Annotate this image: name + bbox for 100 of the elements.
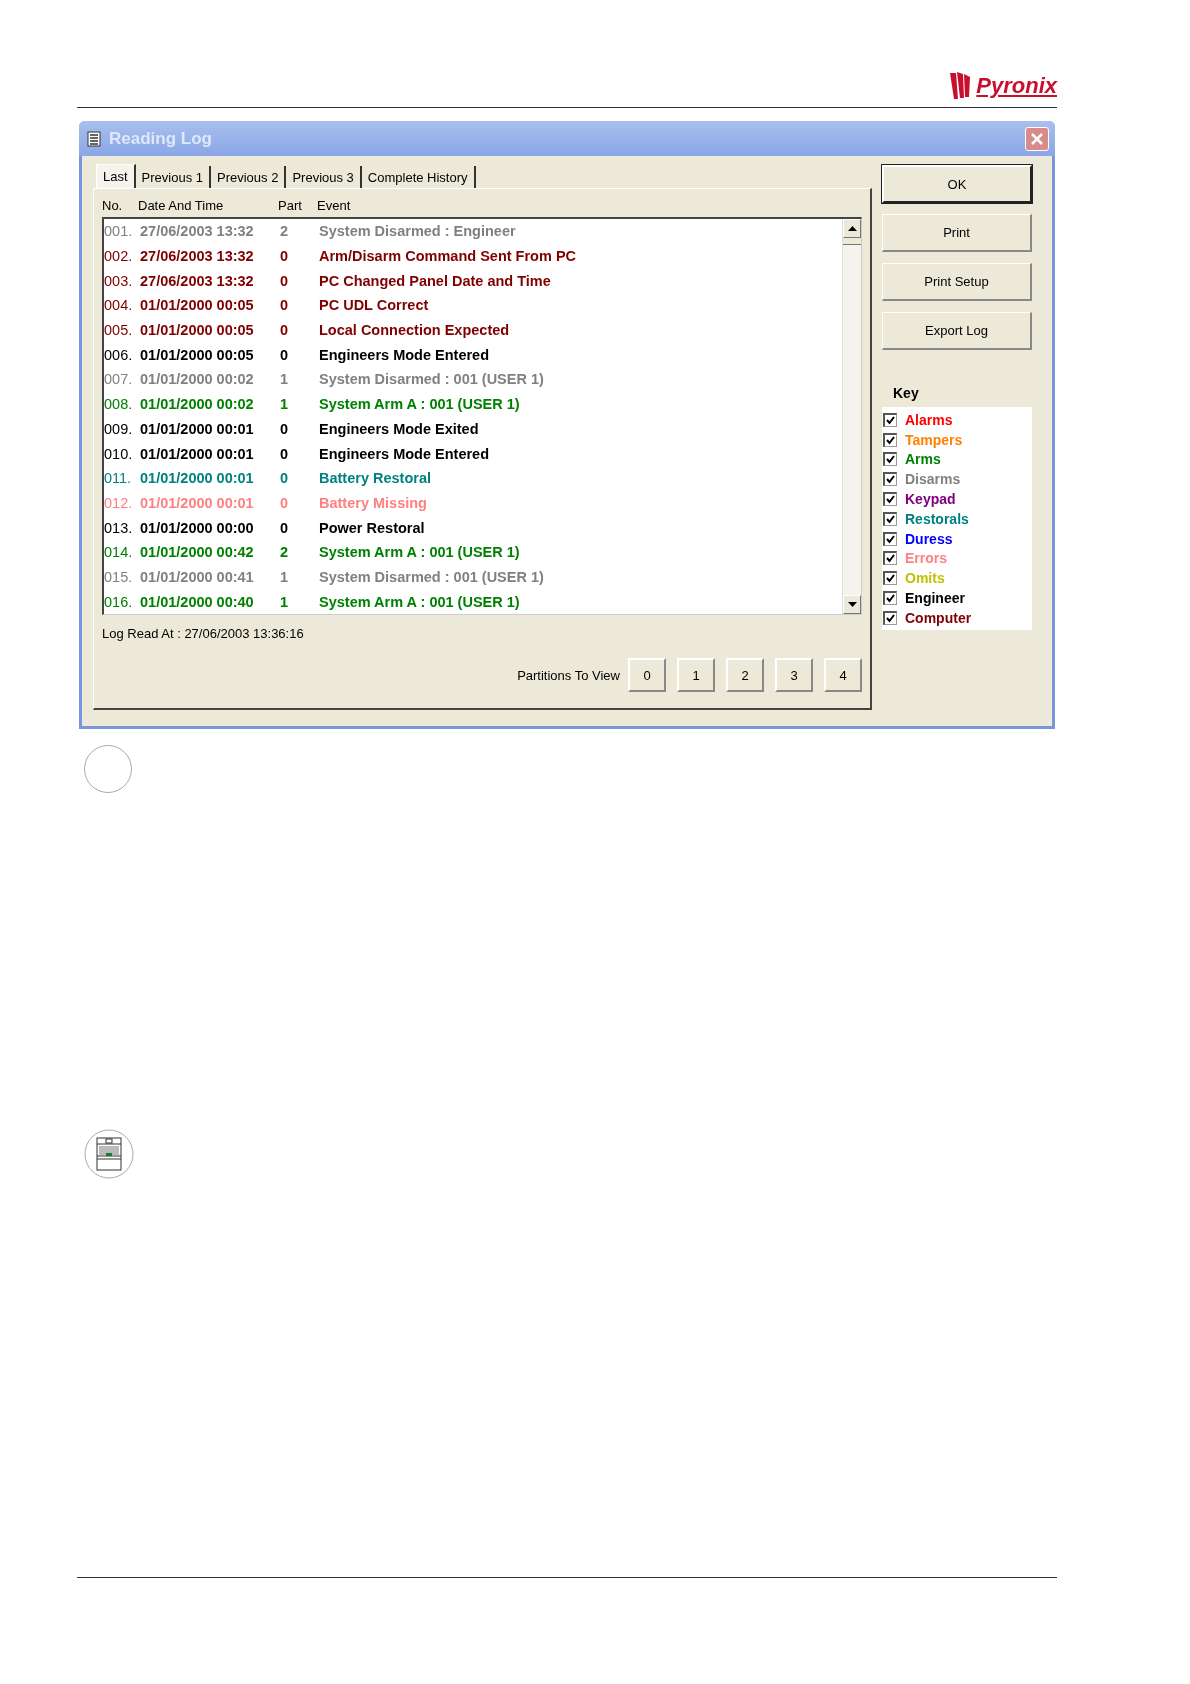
table-cell: Local Connection Expected (319, 322, 510, 339)
table-cell-text: 01/01/2000 00:01 (140, 420, 255, 437)
checkbox[interactable] (883, 452, 897, 467)
checkbox[interactable] (883, 412, 897, 427)
checkbox[interactable] (883, 511, 897, 526)
table-cell-text: 014. (104, 544, 134, 561)
table-cell-text: 01/01/2000 00:01 (140, 445, 255, 462)
log-read-time: Log Read At : 27/06/2003 13:36:16 (102, 626, 305, 643)
table-cell-text: 1 (280, 371, 290, 388)
table-cell-text: 006. (104, 346, 134, 363)
checkbox[interactable] (883, 571, 897, 586)
window-title: Reading Log (109, 128, 213, 149)
table-cell-text: 007. (104, 371, 134, 388)
close-icon (1030, 131, 1044, 146)
column-header: Part (278, 198, 303, 213)
list-icon (87, 130, 101, 147)
table-cell-text: 01/01/2000 00:41 (140, 568, 255, 585)
dialog-button[interactable]: Print (882, 214, 1032, 252)
key-label: Engineer (905, 590, 965, 607)
table-cell-text: 0 (280, 519, 290, 536)
table-cell: Engineers Mode Exited (319, 420, 479, 437)
partition-button[interactable]: 1 (677, 658, 715, 692)
tab[interactable]: Last (96, 164, 136, 188)
table-cell: System Arm A : 001 (USER 1) (319, 593, 520, 610)
key-label: Alarms (905, 411, 953, 428)
dialog-button[interactable]: Export Log (882, 312, 1032, 350)
table-cell-text: 011. (104, 470, 133, 487)
key-label: Omits (905, 570, 945, 587)
key-label: Keypad (905, 491, 956, 508)
table-cell-text: 1 (280, 593, 290, 610)
table-cell-text: 0 (280, 420, 290, 437)
table-cell-text: 012. (104, 494, 134, 511)
table-cell-text: 0 (280, 346, 290, 363)
close-button[interactable] (1025, 126, 1049, 151)
table-cell-text: 0 (280, 248, 290, 265)
table-cell: Engineers Mode Entered (319, 346, 489, 363)
partition-button[interactable]: 3 (775, 658, 813, 692)
checkbox[interactable] (883, 531, 897, 546)
table-cell-text: 01/01/2000 00:40 (140, 593, 255, 610)
table-cell-text: 27/06/2003 13:32 (140, 248, 255, 265)
table-cell-text: 01/01/2000 00:05 (140, 346, 255, 363)
partition-button[interactable]: 0 (628, 658, 666, 692)
table-cell-text: 27/06/2003 13:32 (140, 272, 255, 289)
table-cell: Battery Missing (319, 494, 427, 511)
checkbox[interactable] (883, 472, 897, 487)
table-cell-text: 01/01/2000 00:02 (140, 371, 255, 388)
table-cell-text: 01/01/2000 00:01 (140, 494, 255, 511)
checkbox[interactable] (883, 591, 897, 606)
checkbox[interactable] (883, 432, 897, 447)
table-cell-text: 010. (104, 445, 134, 462)
table-cell-text: 015. (104, 568, 134, 585)
table-cell-text: 005. (104, 322, 134, 339)
table-cell-text: 013. (104, 519, 134, 536)
key-label: Arms (905, 451, 941, 468)
table-cell: System Disarmed : 001 (USER 1) (319, 371, 544, 388)
key-label: Duress (905, 530, 953, 547)
table-cell-text: 0 (280, 272, 290, 289)
table-cell-text: 001. (104, 223, 134, 240)
table-cell: System Arm A : 001 (USER 1) (319, 396, 520, 413)
column-header: Event (317, 198, 351, 213)
table-cell-text: 2 (280, 544, 290, 561)
partitions-label: Partitions To View (517, 667, 620, 683)
scrollbar[interactable] (842, 219, 861, 614)
dialog-button[interactable]: Print Setup (882, 263, 1032, 301)
table-cell-text: 1 (280, 396, 290, 413)
column-header: No. (102, 198, 124, 213)
scroll-down-button[interactable] (843, 595, 861, 614)
table-cell: PC Changed Panel Date and Time (319, 272, 551, 289)
dialog-button[interactable]: OK (882, 165, 1032, 203)
table-cell-text: 0 (280, 494, 290, 511)
table-cell: PC UDL Correct (319, 297, 429, 314)
table-cell-text: 016. (104, 593, 134, 610)
checkbox[interactable] (883, 610, 897, 625)
table-cell-text: 004. (104, 297, 134, 314)
partition-button[interactable]: 4 (824, 658, 862, 692)
partition-button[interactable]: 2 (726, 658, 764, 692)
key-label: Disarms (905, 471, 961, 488)
table-cell-text: 002. (104, 248, 134, 265)
table-cell-text: 009. (104, 420, 134, 437)
key-label: Computer (905, 609, 972, 626)
table-cell-text: 0 (280, 297, 290, 314)
table-cell-text: 003. (104, 272, 134, 289)
key-label: Errors (905, 550, 948, 567)
checkbox[interactable] (883, 492, 897, 507)
column-header: Date And Time (138, 198, 225, 213)
table-cell-text: 1 (280, 568, 290, 585)
key-heading: Key (893, 385, 920, 401)
triangle-up-icon (847, 226, 857, 231)
table-cell: System Disarmed : Engineer (319, 223, 516, 240)
scroll-up-button[interactable] (843, 219, 861, 238)
checkbox[interactable] (883, 551, 897, 566)
keypad-icon (84, 1129, 134, 1179)
table-cell-text: 01/01/2000 00:01 (140, 470, 255, 487)
table-cell-text: 01/01/2000 00:00 (140, 519, 255, 536)
scroll-thumb[interactable] (843, 238, 861, 245)
key-label: Restorals (905, 510, 969, 527)
table-cell-text: 01/01/2000 00:05 (140, 297, 255, 314)
table-cell-text: 01/01/2000 00:05 (140, 322, 255, 339)
table-cell: System Disarmed : 001 (USER 1) (319, 568, 544, 585)
table-cell: Battery Restoral (319, 470, 431, 487)
